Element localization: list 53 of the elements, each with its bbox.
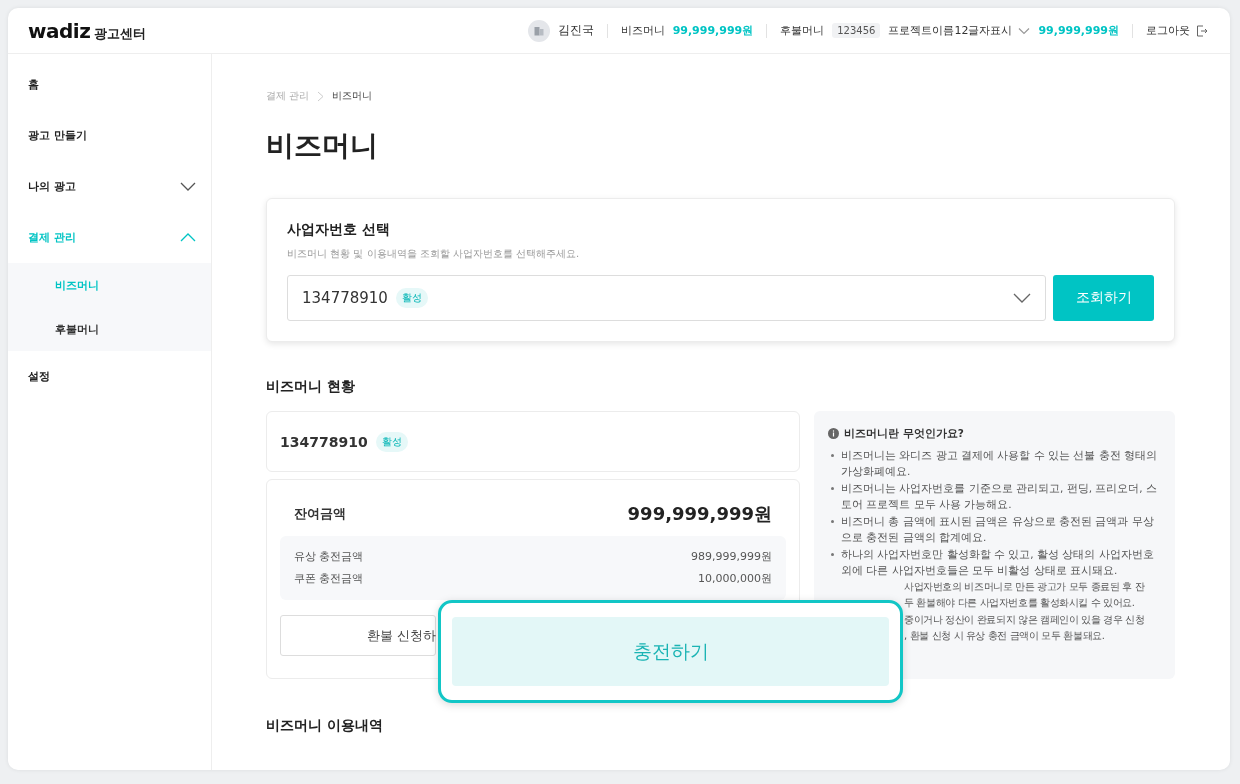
info-text: 중이거나 정산이 완료되지 않은 캠페인이 있을 경우 신청	[904, 612, 1146, 627]
sidebar-item[interactable]: 나의 광고	[8, 161, 211, 212]
postpay-amount: 99,999,999원	[1038, 23, 1119, 38]
sidebar-item[interactable]: 광고 만들기	[8, 110, 211, 161]
section-heading: 비즈머니 이용내역	[266, 717, 384, 735]
bullet-dot-icon	[831, 519, 834, 523]
status-badge: 활성	[375, 431, 408, 452]
project-code-tag: 123456	[832, 23, 881, 38]
info-text: 사업자번호의 비즈머니로 만든 광고가 모두 종료된 후 잔	[904, 579, 1146, 594]
project-dropdown[interactable]: 프로젝트이름12글자표시	[888, 23, 1031, 38]
logo[interactable]: wadiz	[28, 18, 91, 43]
status-badge: 활성	[395, 288, 428, 308]
info-text: 비즈머니 총 금액에 표시된 금액은 유상으로 충전된 금액과 무상으로 충전된 금액의 합계예요.	[841, 513, 1155, 545]
charge-amount: 10,000,000원	[698, 571, 772, 587]
page-title: 비즈머니	[266, 128, 379, 164]
postpay-label: 후불머니	[780, 23, 825, 38]
info-title: 비즈머니란 무엇인가요?	[844, 426, 964, 441]
chevron-down-icon	[1018, 26, 1031, 35]
card-title: 사업자번호 선택	[287, 221, 391, 239]
info-icon	[828, 427, 839, 439]
business-number-select[interactable]: 134778910 활성	[287, 275, 1046, 321]
balance-amount: 999,999,999원	[627, 502, 772, 526]
sidebar-item[interactable]: 홈	[8, 59, 211, 110]
breadcrumb-link[interactable]: 비즈머니	[332, 89, 373, 103]
submenu-item[interactable]: 후불머니	[8, 307, 211, 351]
balance-label: 잔여금액	[294, 505, 346, 523]
section-heading: 비즈머니 현황	[266, 378, 356, 396]
building-avatar-icon	[527, 19, 550, 42]
card-hint: 비즈머니 현황 및 이용내역을 조회할 사업자번호를 선택해주세요.	[287, 247, 581, 261]
logo-subtitle: 광고센터	[94, 24, 147, 43]
refund-button[interactable]: 환불 신청하	[280, 615, 436, 656]
bullet-dot-icon	[831, 486, 834, 490]
bullet-dot-icon	[831, 552, 834, 556]
info-text: 비즈머니는 와디즈 광고 결제에 사용할 수 있는 선불 충전 형태의 가상화폐예요.	[841, 447, 1159, 479]
bizmoney-amount: 99,999,999원	[672, 23, 754, 38]
logout-icon	[1196, 24, 1208, 37]
charge-amount: 989,999,999원	[691, 549, 772, 565]
chevron-down-icon	[180, 182, 196, 191]
logout-button[interactable]: 로그아웃	[1146, 23, 1208, 38]
bizmoney-label: 비즈머니	[620, 23, 665, 38]
account-number: 134778910	[280, 433, 368, 450]
chevron-right-icon	[317, 90, 325, 102]
sidebar-item[interactable]: 설정	[8, 351, 211, 402]
info-text: 두 환불해야 다른 사업자번호를 활성화시킬 수 있어요.	[904, 596, 1136, 610]
charge-label: 쿠폰 충전금액	[294, 571, 364, 587]
user-name: 김진국	[557, 22, 594, 39]
info-text: , 환불 신청 시 유상 충전 금액이 모두 환불돼요.	[904, 629, 1106, 643]
bullet-dot-icon	[831, 453, 834, 457]
info-text: 비즈머니는 사업자번호를 기준으로 관리되고, 펀딩, 프리오더, 스토어 프로젝트 모두 사용 가능해요.	[841, 480, 1159, 512]
charge-label: 유상 충전금액	[294, 549, 364, 565]
chevron-down-icon	[1013, 293, 1031, 303]
chevron-up-icon	[180, 233, 196, 242]
info-text: 하나의 사업자번호만 활성화할 수 있고, 활성 상태의 사업자번호 외에 다른 사업자번호들은 모두 비활성 상태로 표시돼요.	[841, 546, 1155, 578]
